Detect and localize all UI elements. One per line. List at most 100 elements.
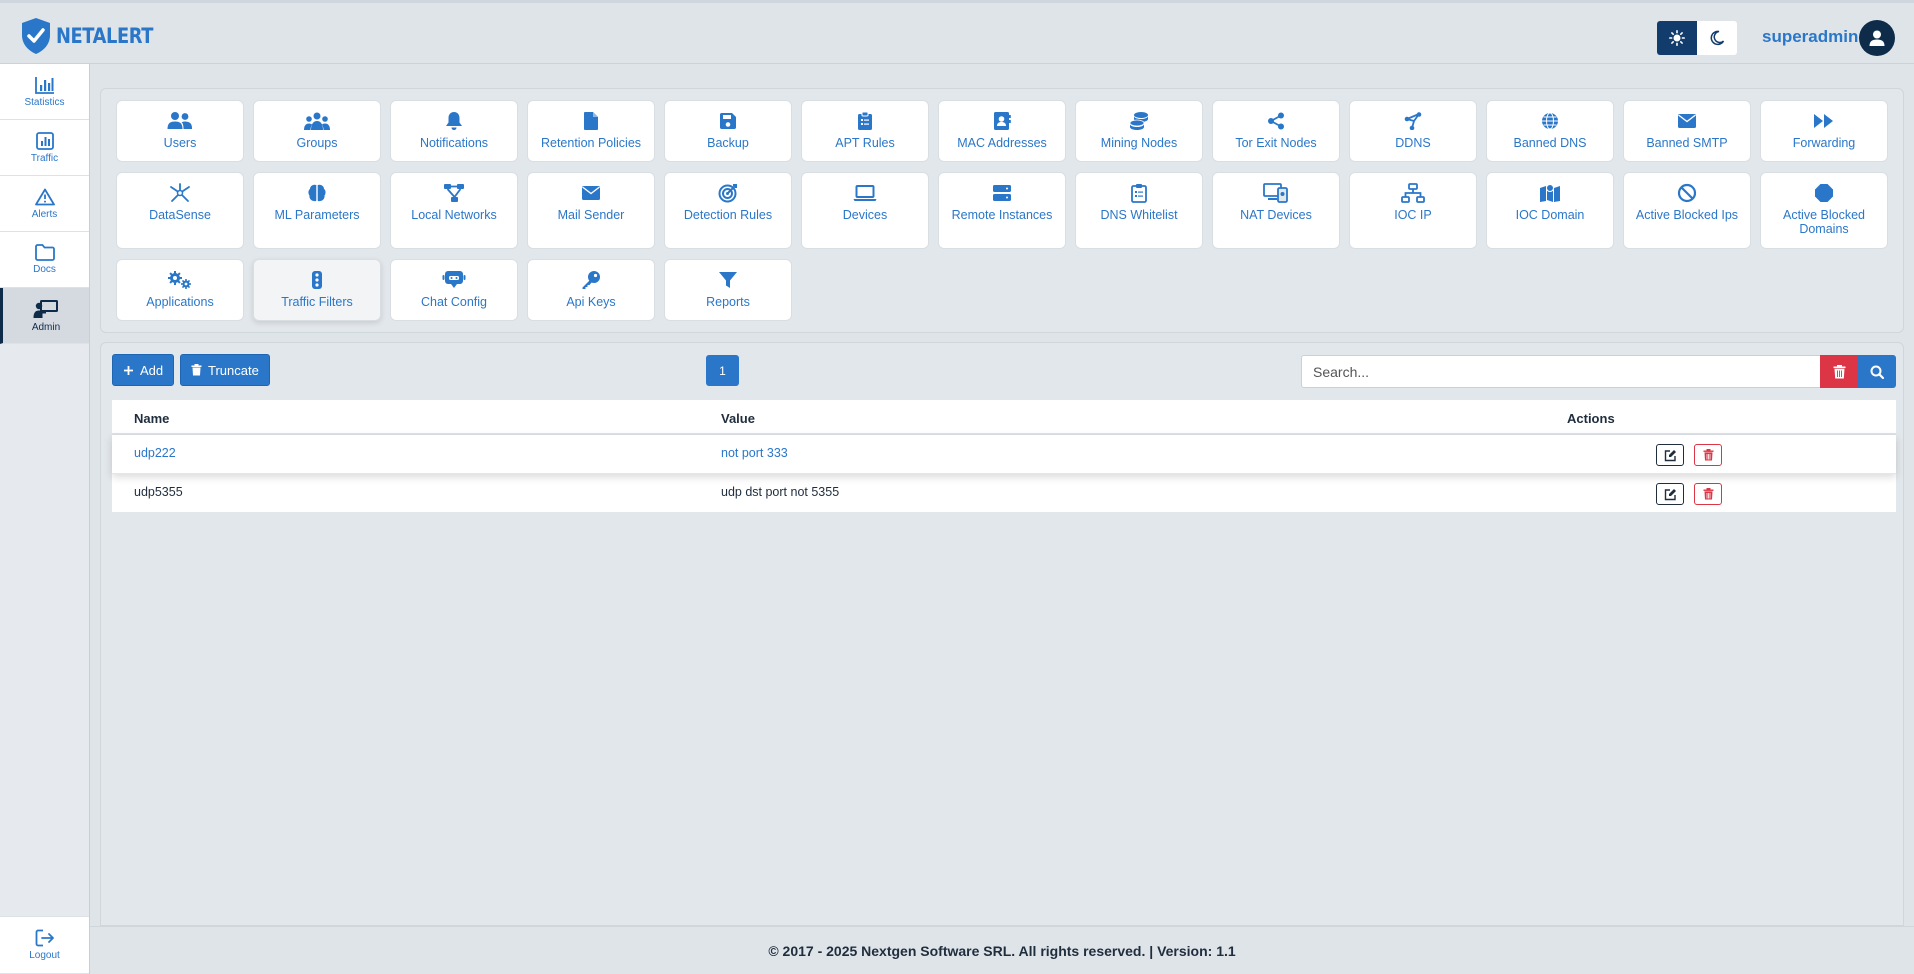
tile-active-blocked-ips[interactable]: Active Blocked Ips <box>1623 172 1751 249</box>
add-button[interactable]: Add <box>112 354 175 386</box>
tile-retention-policies[interactable]: Retention Policies <box>527 100 655 162</box>
brain-icon <box>308 184 326 202</box>
truncate-button[interactable]: Truncate <box>180 354 270 386</box>
tile-label: Applications <box>146 295 214 309</box>
theme-toggle[interactable] <box>1657 21 1737 55</box>
cell-value: udp dst port not 5355 <box>721 485 840 499</box>
gears-icon <box>168 271 191 289</box>
globe-icon <box>1542 112 1558 130</box>
tile-groups[interactable]: Groups <box>253 100 381 162</box>
tile-mail-sender[interactable]: Mail Sender <box>527 172 655 249</box>
traffic-filters-panel: Add Truncate 1 Name Value Actions udp222… <box>100 342 1904 926</box>
sidebar-item-label: Traffic <box>30 152 59 164</box>
tile-mac-addresses[interactable]: MAC Addresses <box>938 100 1066 162</box>
map-icon <box>1540 184 1560 202</box>
devices-icon <box>1263 183 1288 203</box>
tile-ml-parameters[interactable]: ML Parameters <box>253 172 381 249</box>
tile-label: DataSense <box>149 208 211 222</box>
envelope-icon <box>1678 114 1696 128</box>
server-icon <box>993 185 1011 201</box>
tile-banned-smtp[interactable]: Banned SMTP <box>1623 100 1751 162</box>
tile-dns-whitelist[interactable]: DNS Whitelist <box>1075 172 1203 249</box>
sidebar-item-alerts[interactable]: Alerts <box>0 176 89 232</box>
sidebar-item-traffic[interactable]: Traffic <box>0 120 89 176</box>
forward-icon <box>1814 114 1833 128</box>
tile-label: Detection Rules <box>683 208 773 222</box>
column-header-value[interactable]: Value <box>721 411 755 426</box>
file-icon <box>584 112 598 130</box>
tile-mining-nodes[interactable]: Mining Nodes <box>1075 100 1203 162</box>
pagination-page-1[interactable]: 1 <box>706 355 739 386</box>
tile-backup[interactable]: Backup <box>664 100 792 162</box>
sidebar-item-admin[interactable]: Admin <box>0 288 89 344</box>
address-book-icon <box>994 112 1011 130</box>
tile-devices[interactable]: Devices <box>801 172 929 249</box>
tile-label: DNS Whitelist <box>1100 208 1178 222</box>
robot-icon <box>442 271 466 288</box>
column-header-actions: Actions <box>1567 411 1615 426</box>
tile-label: Api Keys <box>566 295 616 309</box>
tile-users[interactable]: Users <box>116 100 244 162</box>
tile-forwarding[interactable]: Forwarding <box>1760 100 1888 162</box>
logout-icon <box>35 929 54 947</box>
edit-icon <box>1664 449 1676 461</box>
table-row[interactable]: udp5355 udp dst port not 5355 <box>112 474 1896 513</box>
tile-ddns[interactable]: DDNS <box>1349 100 1477 162</box>
sidebar-item-docs[interactable]: Docs <box>0 232 89 288</box>
tile-label: Devices <box>842 208 888 222</box>
trash-icon <box>191 364 202 376</box>
tile-label: Banned SMTP <box>1646 136 1728 150</box>
delete-button[interactable] <box>1694 483 1722 505</box>
tile-label: APT Rules <box>835 136 895 150</box>
network-icon <box>444 184 464 202</box>
tile-local-networks[interactable]: Local Networks <box>390 172 518 249</box>
tile-notifications[interactable]: Notifications <box>390 100 518 162</box>
delete-button[interactable] <box>1694 444 1722 466</box>
tile-apt-rules[interactable]: APT Rules <box>801 100 929 162</box>
tile-label: Forwarding <box>1792 136 1856 150</box>
tile-tor-exit-nodes[interactable]: Tor Exit Nodes <box>1212 100 1340 162</box>
tile-remote-instances[interactable]: Remote Instances <box>938 172 1066 249</box>
moon-icon <box>1710 30 1725 46</box>
search-button[interactable] <box>1858 355 1896 388</box>
tile-api-keys[interactable]: Api Keys <box>527 259 655 321</box>
sun-icon <box>1669 30 1685 46</box>
warning-icon <box>34 188 55 205</box>
tile-chat-config[interactable]: Chat Config <box>390 259 518 321</box>
logout-button[interactable]: Logout <box>0 916 89 974</box>
search-input[interactable] <box>1301 355 1821 388</box>
app-logo[interactable]: NETALERT <box>20 17 170 55</box>
trash-icon <box>1703 449 1713 461</box>
table-row[interactable]: udp222 not port 333 <box>112 435 1896 474</box>
tile-ioc-ip[interactable]: IOC IP <box>1349 172 1477 249</box>
light-theme-button[interactable] <box>1657 21 1697 55</box>
tile-active-blocked-domains[interactable]: Active Blocked Domains <box>1760 172 1888 249</box>
tile-applications[interactable]: Applications <box>116 259 244 321</box>
tile-banned-dns[interactable]: Banned DNS <box>1486 100 1614 162</box>
top-header: NETALERT superadmin <box>0 0 1914 64</box>
users-icon <box>167 112 192 129</box>
column-header-name[interactable]: Name <box>134 411 169 426</box>
avatar[interactable] <box>1859 20 1895 56</box>
dark-theme-button[interactable] <box>1697 21 1737 55</box>
tile-detection-rules[interactable]: Detection Rules <box>664 172 792 249</box>
clear-search-button[interactable] <box>1820 355 1858 388</box>
sidebar-item-statistics[interactable]: Statistics <box>0 64 89 120</box>
edit-button[interactable] <box>1656 483 1684 505</box>
envelope-icon <box>582 186 600 200</box>
tile-datasense[interactable]: DataSense <box>116 172 244 249</box>
tile-label: Groups <box>296 136 338 150</box>
admin-tiles-panel: Users Groups Notifications Retention Pol… <box>100 88 1904 333</box>
tile-nat-devices[interactable]: NAT Devices <box>1212 172 1340 249</box>
bar-chart-icon <box>34 76 54 94</box>
tile-reports[interactable]: Reports <box>664 259 792 321</box>
edit-button[interactable] <box>1656 444 1684 466</box>
tile-ioc-domain[interactable]: IOC Domain <box>1486 172 1614 249</box>
trash-icon <box>1703 488 1713 500</box>
cell-value: not port 333 <box>721 446 788 460</box>
bell-icon <box>446 112 462 130</box>
sidebar-item-label: Alerts <box>31 208 58 220</box>
tile-traffic-filters[interactable]: Traffic Filters <box>253 259 381 321</box>
tile-label: Backup <box>707 136 749 150</box>
username[interactable]: superadmin <box>1762 27 1858 47</box>
